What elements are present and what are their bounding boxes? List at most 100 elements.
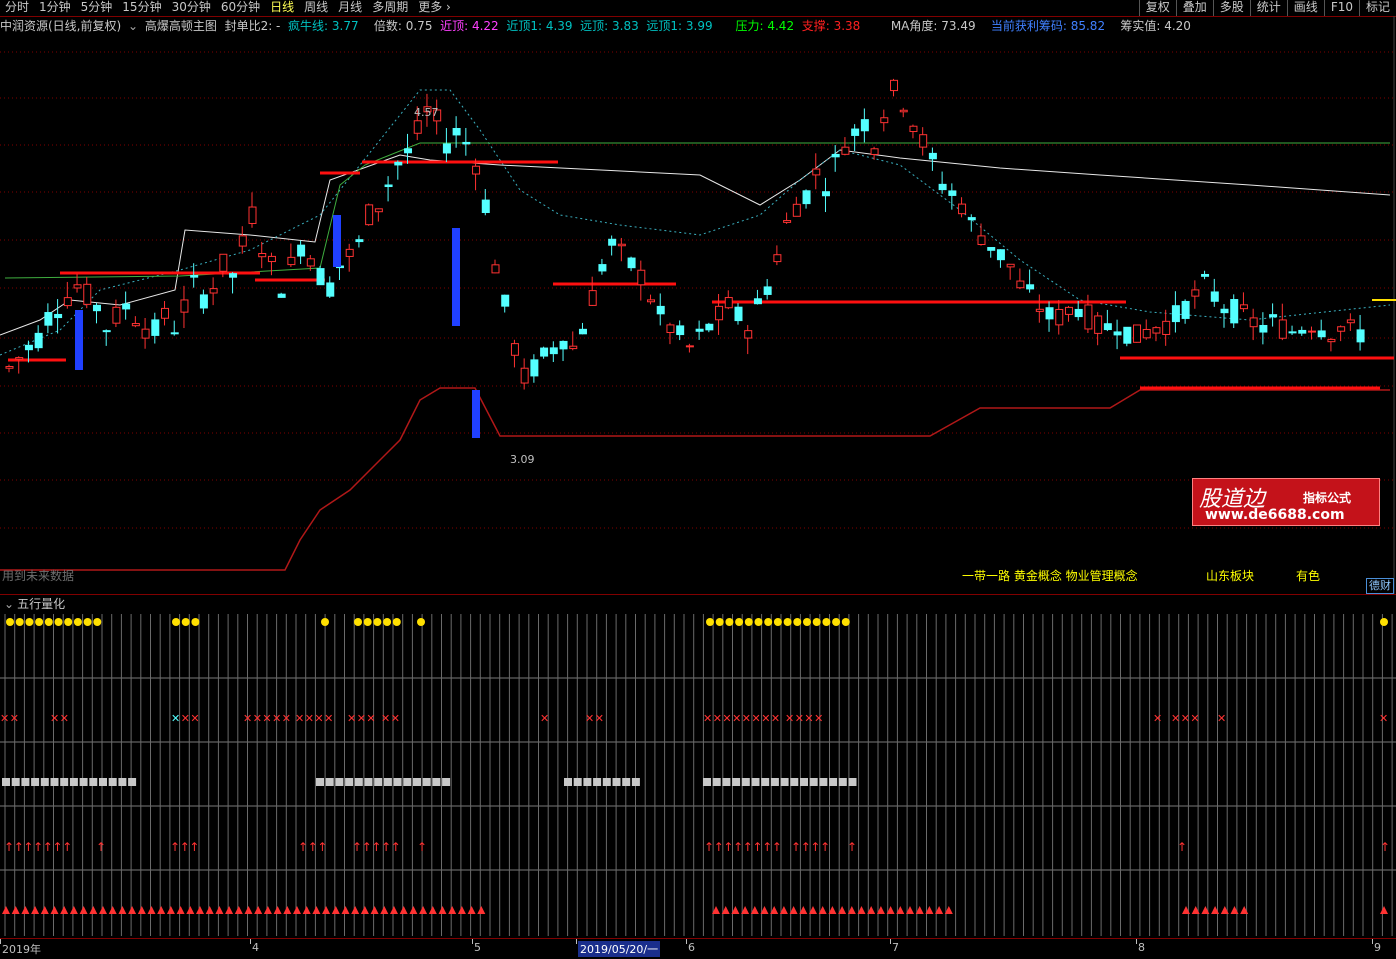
gray-block — [751, 778, 760, 786]
up-arrow-icon: ↑ — [53, 840, 63, 854]
candle-body — [384, 184, 393, 188]
gray-block — [374, 778, 383, 786]
candle-body — [326, 282, 335, 297]
yellow-dot — [392, 618, 401, 626]
candle-body — [695, 328, 704, 332]
yellow-dot — [181, 618, 190, 626]
candle-body — [277, 293, 286, 298]
candle-body — [1152, 327, 1161, 334]
concept-tag-1[interactable]: 一带一路 黄金概念 物业管理概念 — [962, 567, 1138, 584]
yellow-dot — [725, 618, 734, 626]
gray-block — [60, 778, 69, 786]
candle-body — [316, 268, 325, 286]
candle-body — [841, 146, 850, 155]
yellow-dot — [54, 618, 63, 626]
candle-body — [34, 332, 43, 349]
candle-body — [1084, 304, 1093, 330]
watermark-url: www.de6688.com — [1205, 507, 1345, 523]
gray-block — [703, 778, 711, 786]
gray-block — [79, 778, 88, 786]
up-arrow-icon: ↑ — [391, 840, 401, 854]
up-arrow-icon: ↑ — [33, 840, 43, 854]
candle-body — [890, 79, 899, 92]
candle-body — [374, 208, 383, 213]
candle-body — [860, 119, 869, 132]
gray-block — [316, 778, 324, 786]
butterfly-icon: ✕ — [243, 712, 252, 725]
candle-body — [676, 325, 685, 336]
candle-body — [131, 323, 140, 327]
butterfly-icon: ✕ — [282, 712, 291, 725]
gray-block — [829, 778, 838, 786]
candle-body — [1171, 305, 1180, 323]
concept-tag-3[interactable]: 有色 — [1296, 567, 1320, 584]
candle-body — [15, 357, 24, 360]
butterfly-icon: ✕ — [732, 712, 741, 725]
up-arrow-icon: ↑ — [14, 840, 24, 854]
up-arrow-icon: ↑ — [43, 840, 53, 854]
candle-body — [734, 306, 743, 322]
date-tick — [1136, 939, 1137, 944]
candle-body — [1103, 323, 1112, 331]
candle-body — [5, 366, 14, 369]
candle-body — [404, 148, 413, 154]
concept-tag-2[interactable]: 山东板块 — [1206, 567, 1254, 584]
candle-body — [851, 128, 860, 136]
upper-band-line — [0, 89, 1391, 356]
butterfly-icon: ✕ — [347, 712, 356, 725]
date-tick — [472, 939, 473, 944]
date-tick — [250, 939, 251, 944]
gray-block — [848, 778, 857, 786]
gray-block — [593, 778, 602, 786]
candle-body — [1259, 324, 1268, 333]
candle-body — [1239, 304, 1248, 310]
candle-body — [472, 165, 481, 175]
candle-body — [501, 294, 510, 307]
candle-body — [365, 204, 374, 226]
up-arrow-icon: ↑ — [417, 840, 427, 854]
yellow-dot — [64, 618, 73, 626]
candle-body — [608, 238, 617, 246]
candle-body — [812, 168, 821, 176]
up-arrow-icon: ↑ — [371, 840, 381, 854]
date-tick — [1372, 939, 1373, 944]
candle-body — [491, 264, 500, 274]
gray-block — [564, 778, 572, 786]
candle-body — [161, 307, 170, 319]
yellow-dot — [35, 618, 44, 626]
candle-body — [598, 264, 607, 272]
candle-body — [345, 248, 354, 257]
chevron-down-icon[interactable]: ⌄ — [4, 597, 14, 611]
candlestick-chart[interactable]: ✕ ✕ ✕ ✕ ✕ ✕ ✕ ✕ ✕ ✕ ✕ ✕ ✕ ✕ ✕ ✕ ✕ ✕ ✕ ✕ ✕ ✕ ✕ ✕ ✕ ✕ ✕ ✕ ✕ ✕ ✕ ✕ ✕ ✕ ✕ ✕ ✕ ✕ ✕ ✕… — [0, 0, 1396, 958]
candle-body — [1133, 324, 1142, 343]
yellow-dot — [383, 618, 392, 626]
candle-body — [987, 247, 996, 251]
yellow-dot — [754, 618, 763, 626]
gray-block — [770, 778, 779, 786]
butterfly-icon: ✕ — [713, 712, 722, 725]
candle-body — [238, 235, 247, 247]
gray-block — [364, 778, 373, 786]
candle-body — [1327, 338, 1336, 343]
candle-body — [44, 312, 53, 326]
decai-button[interactable]: 德财 — [1366, 578, 1394, 594]
gray-block — [583, 778, 592, 786]
candle-body — [1210, 291, 1219, 302]
up-arrow-icon: ↑ — [170, 840, 180, 854]
butterfly-icon: ✕ — [171, 712, 180, 725]
date-label-0: 2019年 — [2, 943, 41, 956]
butterfly-icon: ✕ — [540, 712, 549, 725]
candle-body — [821, 191, 830, 197]
yellow-dot — [1380, 618, 1388, 626]
candle-body — [510, 343, 519, 356]
watermark-sub: 指标公式 — [1303, 491, 1352, 505]
future-data-tag: 用到未来数据 — [2, 569, 75, 583]
yellow-dot — [822, 618, 831, 626]
butterfly-icon: ✕ — [262, 712, 271, 725]
candle-body — [909, 125, 918, 133]
butterfly-icon: ✕ — [804, 712, 813, 725]
butterfly-icon: ✕ — [1190, 712, 1199, 725]
gray-block — [11, 778, 20, 786]
butterfly-icon: ✕ — [0, 712, 9, 725]
date-label-3: 2019/05/20/一 — [578, 941, 661, 957]
